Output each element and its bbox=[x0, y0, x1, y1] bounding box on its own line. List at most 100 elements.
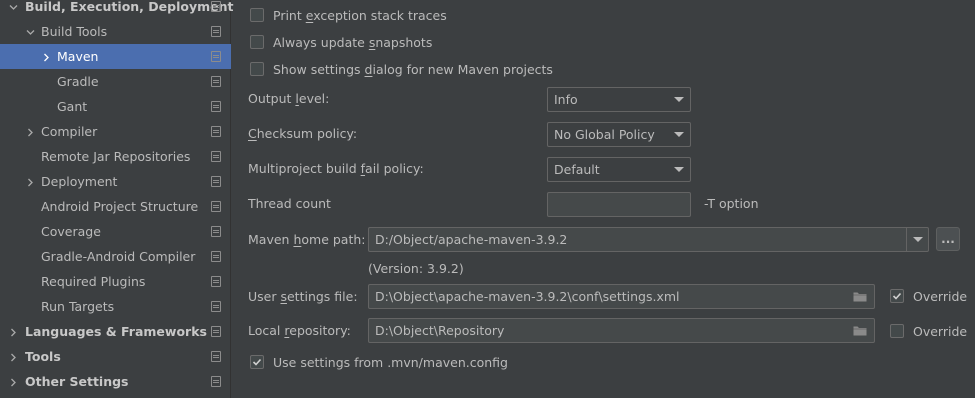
tree-item-label: Android Project Structure bbox=[41, 199, 199, 214]
use-mvn-config-checkbox[interactable] bbox=[250, 355, 264, 369]
chevron-down-icon bbox=[674, 132, 684, 137]
tree-item-android-project-structure[interactable]: Android Project Structure bbox=[0, 194, 231, 219]
tree-item-remote-jar-repositories[interactable]: Remote Jar Repositories bbox=[0, 144, 231, 169]
tree-item-label: Build Tools bbox=[41, 24, 108, 39]
output-level-dropdown[interactable]: Info bbox=[547, 87, 691, 112]
project-settings-icon bbox=[211, 51, 221, 62]
project-settings-icon bbox=[211, 351, 221, 362]
folder-icon[interactable] bbox=[853, 325, 867, 336]
tree-item-label: Gradle bbox=[57, 74, 99, 89]
thread-count-hint: -T option bbox=[704, 196, 759, 211]
checksum-policy-value: No Global Policy bbox=[554, 127, 655, 142]
project-settings-icon bbox=[211, 201, 221, 212]
tree-item-gradle-android-compiler[interactable]: Gradle-Android Compiler bbox=[0, 244, 231, 269]
tree-item-label: Languages & Frameworks bbox=[25, 324, 207, 339]
checksum-policy-label: Checksum policy: bbox=[248, 126, 358, 141]
maven-home-label: Maven home path: bbox=[248, 232, 366, 247]
tree-item-other-settings[interactable]: Other Settings bbox=[0, 369, 231, 394]
user-settings-override-row[interactable]: Override bbox=[890, 286, 967, 306]
maven-home-value: D:/Object/apache-maven-3.9.2 bbox=[375, 232, 568, 247]
folder-icon[interactable] bbox=[853, 291, 867, 302]
project-settings-icon bbox=[211, 251, 221, 262]
tree-item-gant[interactable]: Gant bbox=[0, 94, 231, 119]
use-mvn-config-row[interactable]: Use settings from .mvn/maven.config bbox=[250, 352, 508, 372]
multiproject-policy-dropdown[interactable]: Default bbox=[547, 157, 691, 182]
multiproject-policy-value: Default bbox=[554, 162, 600, 177]
chevron-right-icon[interactable] bbox=[7, 351, 19, 363]
chevron-right-icon[interactable] bbox=[7, 326, 19, 338]
local-repo-override-label: Override bbox=[913, 323, 968, 339]
maven-home-combo[interactable]: D:/Object/apache-maven-3.9.2 bbox=[368, 227, 929, 252]
tree-item-label: Gant bbox=[57, 99, 88, 114]
thread-count-label: Thread count bbox=[248, 196, 331, 211]
tree-item-run-targets[interactable]: Run Targets bbox=[0, 294, 231, 319]
user-settings-override-label: Override bbox=[913, 288, 968, 304]
tree-item-maven[interactable]: Maven bbox=[0, 44, 231, 69]
project-settings-icon bbox=[211, 101, 221, 112]
tree-item-build-tools[interactable]: Build Tools bbox=[0, 19, 231, 44]
project-settings-icon bbox=[211, 276, 221, 287]
tree-item-compiler[interactable]: Compiler bbox=[0, 119, 231, 144]
output-level-value: Info bbox=[554, 92, 578, 107]
local-repo-value: D:\Object\Repository bbox=[375, 323, 505, 338]
print-exception-checkbox-row[interactable]: Print exception stack traces bbox=[250, 5, 447, 25]
chevron-down-icon[interactable] bbox=[24, 26, 36, 38]
tree-item-label: Coverage bbox=[41, 224, 101, 239]
chevron-right-icon[interactable] bbox=[7, 376, 19, 388]
tree-item-label: Build, Execution, Deployment bbox=[25, 0, 234, 14]
user-settings-input[interactable]: D:\Object\apache-maven-3.9.2\conf\settin… bbox=[368, 284, 875, 309]
tree-item-deployment[interactable]: Deployment bbox=[0, 169, 231, 194]
project-settings-icon bbox=[211, 151, 221, 162]
maven-settings-panel: Print exception stack traces Always upda… bbox=[232, 0, 975, 398]
chevron-right-icon[interactable] bbox=[40, 51, 52, 63]
checksum-policy-dropdown[interactable]: No Global Policy bbox=[547, 122, 691, 147]
tree-item-build-execution-deployment[interactable]: Build, Execution, Deployment bbox=[0, 0, 234, 19]
tree-item-label: Other Settings bbox=[25, 374, 129, 389]
chevron-right-icon[interactable] bbox=[24, 176, 36, 188]
tree-item-languages-frameworks[interactable]: Languages & Frameworks bbox=[0, 319, 231, 344]
chevron-down-icon bbox=[674, 167, 684, 172]
checkmark-icon bbox=[892, 292, 902, 300]
project-settings-icon bbox=[211, 226, 221, 237]
output-level-label: Output level: bbox=[248, 91, 330, 106]
checkmark-icon bbox=[252, 358, 262, 366]
tree-item-required-plugins[interactable]: Required Plugins bbox=[0, 269, 231, 294]
project-settings-icon bbox=[211, 1, 221, 12]
browse-maven-home-button[interactable]: ... bbox=[936, 227, 960, 251]
tree-item-tools[interactable]: Tools bbox=[0, 344, 231, 369]
local-repo-override-row[interactable]: Override bbox=[890, 321, 967, 341]
local-repo-label: Local repository: bbox=[248, 323, 351, 338]
tree-item-coverage[interactable]: Coverage bbox=[0, 219, 231, 244]
print-exception-label: Print exception stack traces bbox=[273, 7, 447, 23]
local-repo-input[interactable]: D:\Object\Repository bbox=[368, 318, 875, 343]
project-settings-icon bbox=[211, 126, 221, 137]
chevron-down-icon[interactable] bbox=[906, 228, 928, 251]
chevron-right-icon[interactable] bbox=[24, 126, 36, 138]
tree-item-label: Required Plugins bbox=[41, 274, 146, 289]
always-update-checkbox-row[interactable]: Always update snapshots bbox=[250, 32, 432, 52]
project-settings-icon bbox=[211, 26, 221, 37]
print-exception-checkbox[interactable] bbox=[250, 8, 264, 22]
tree-item-label: Maven bbox=[57, 49, 99, 64]
show-dialog-label: Show settings dialog for new Maven proje… bbox=[273, 61, 553, 77]
show-dialog-checkbox-row[interactable]: Show settings dialog for new Maven proje… bbox=[250, 59, 553, 79]
tree-item-gradle[interactable]: Gradle bbox=[0, 69, 231, 94]
always-update-label: Always update snapshots bbox=[273, 34, 433, 50]
tree-item-label: Remote Jar Repositories bbox=[41, 149, 191, 164]
user-settings-override-checkbox[interactable] bbox=[890, 289, 904, 303]
show-dialog-checkbox[interactable] bbox=[250, 62, 264, 76]
chevron-down-icon[interactable] bbox=[7, 1, 19, 13]
chevron-down-icon bbox=[674, 97, 684, 102]
project-settings-icon bbox=[211, 301, 221, 312]
project-settings-icon bbox=[211, 326, 221, 337]
local-repo-override-checkbox[interactable] bbox=[890, 324, 904, 338]
tree-item-label: Gradle-Android Compiler bbox=[41, 249, 196, 264]
project-settings-icon bbox=[211, 76, 221, 87]
multiproject-policy-label: Multiproject build fail policy: bbox=[248, 161, 424, 176]
always-update-checkbox[interactable] bbox=[250, 35, 264, 49]
tree-item-label: Run Targets bbox=[41, 299, 115, 314]
tree-item-label: Tools bbox=[25, 349, 61, 364]
tree-item-label: Deployment bbox=[41, 174, 118, 189]
thread-count-input[interactable] bbox=[547, 192, 691, 217]
project-settings-icon bbox=[211, 176, 221, 187]
